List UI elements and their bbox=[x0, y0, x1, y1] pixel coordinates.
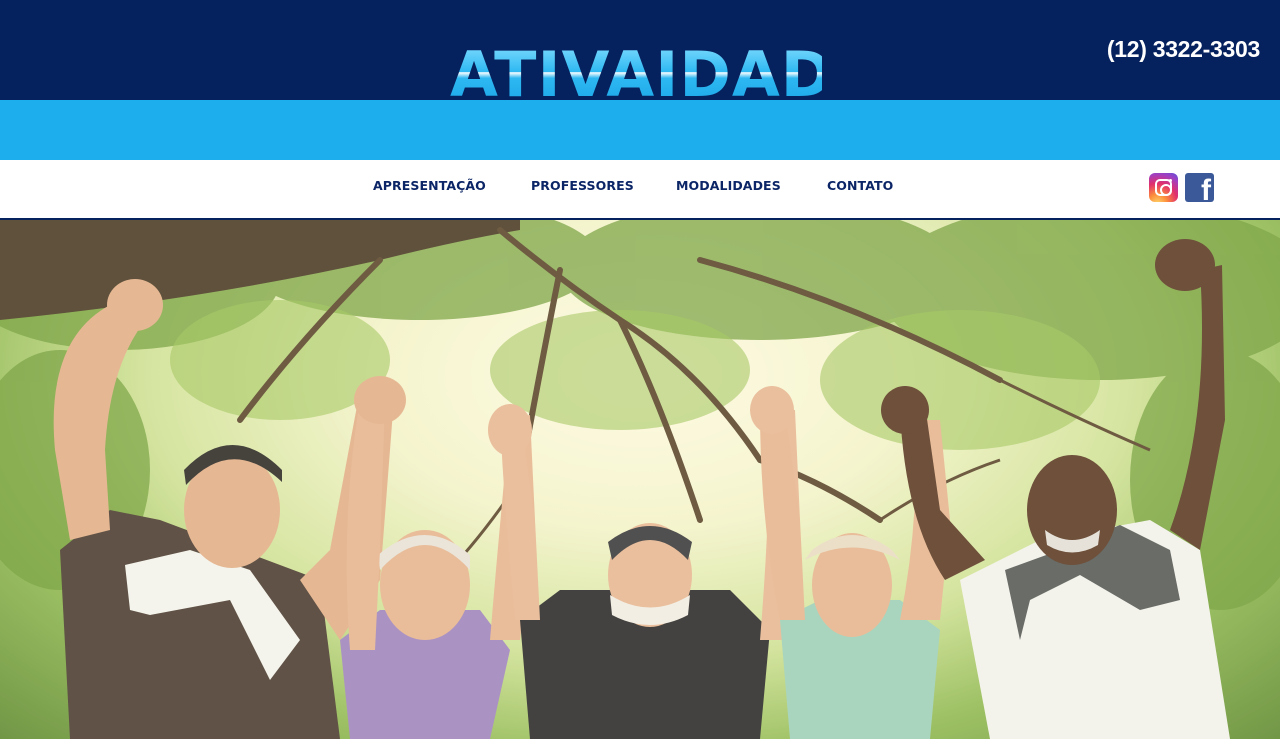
facebook-icon[interactable]: f bbox=[1185, 173, 1214, 202]
phone-number: (12) 3322-3303 bbox=[1106, 36, 1260, 62]
nav-item-apresentacao[interactable]: APRESENTAÇÃO bbox=[373, 178, 486, 193]
nav-item-contato[interactable]: CONTATO bbox=[827, 178, 893, 193]
facebook-icon-glyph: f bbox=[1201, 174, 1211, 203]
site-logo[interactable]: ATIVAIDADE bbox=[450, 40, 822, 101]
logo-text: ATIVAIDADE bbox=[450, 44, 822, 101]
instagram-icon-flash bbox=[1169, 179, 1172, 182]
hero-illustration bbox=[0, 220, 1280, 739]
instagram-icon-lens bbox=[1159, 183, 1172, 196]
nav-item-modalidades[interactable]: MODALIDADES bbox=[676, 178, 781, 193]
nav-item-professores[interactable]: PROFESSORES bbox=[531, 178, 634, 193]
header-light-band bbox=[0, 100, 1280, 160]
instagram-icon[interactable] bbox=[1149, 173, 1178, 202]
main-navigation: APRESENTAÇÃO PROFESSORES MODALIDADES CON… bbox=[0, 160, 1280, 220]
hero-image bbox=[0, 220, 1280, 739]
